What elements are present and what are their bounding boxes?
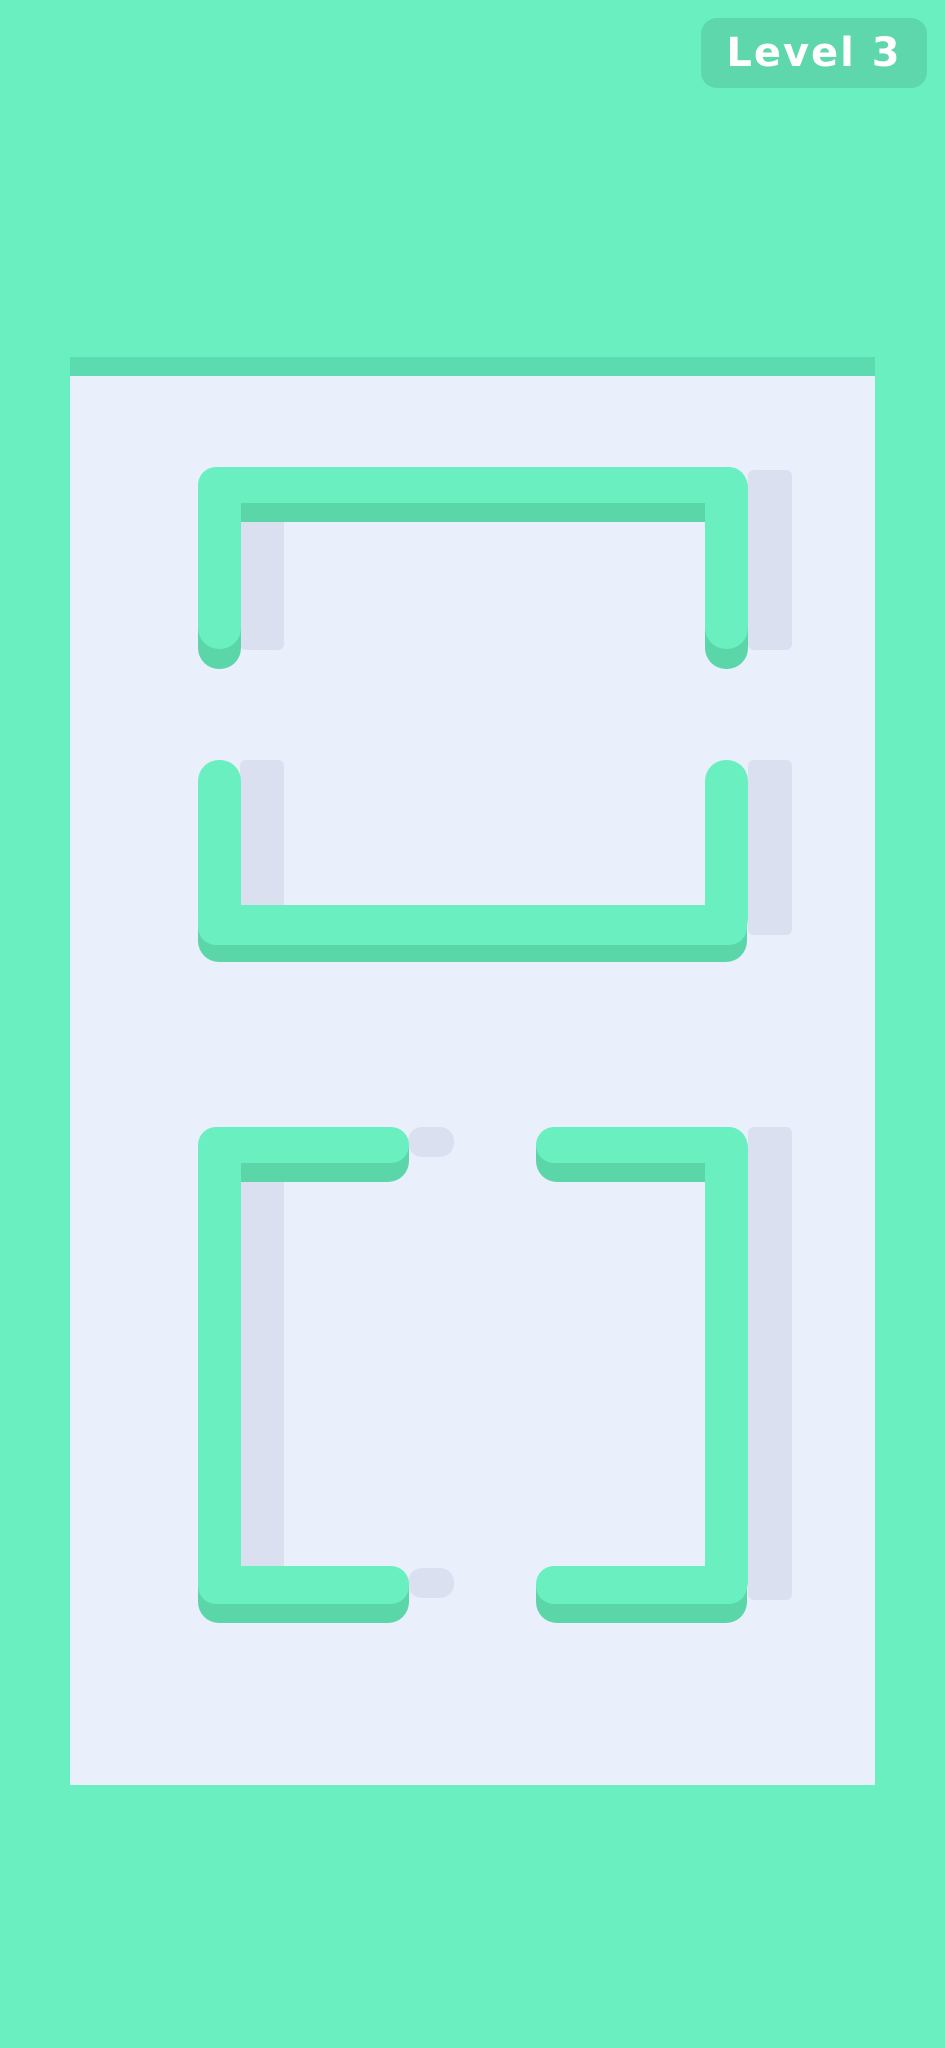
maze-layer: [198, 467, 792, 1623]
level-badge: Level 3: [701, 18, 927, 88]
left-bracket-piece[interactable]: [198, 1127, 409, 1623]
game-screen: Level 3: [0, 0, 945, 2048]
level-label: Level 3: [726, 30, 902, 76]
right-bracket-piece[interactable]: [536, 1127, 748, 1623]
